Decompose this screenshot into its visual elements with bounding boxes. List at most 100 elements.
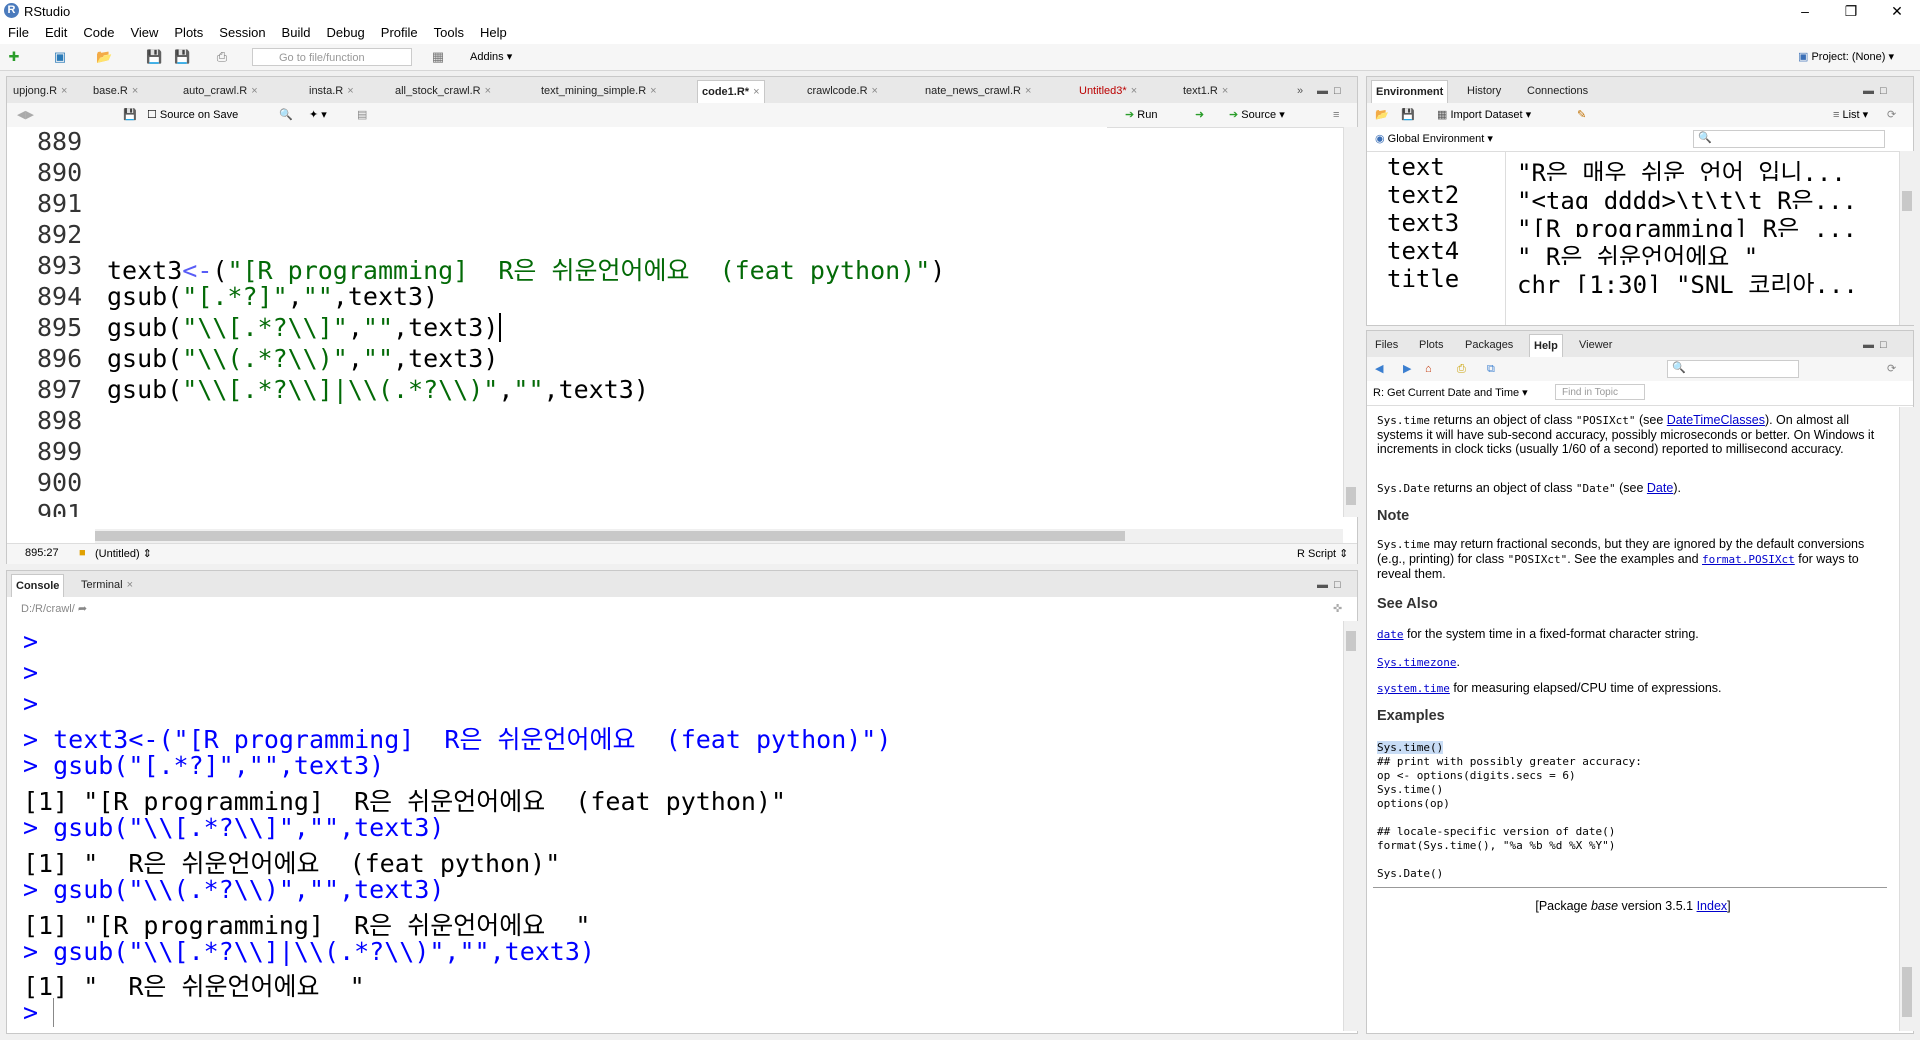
tab-all-stock-crawl[interactable]: all_stock_crawl.R × xyxy=(391,80,495,102)
rerun-icon[interactable]: ➜ xyxy=(1195,107,1204,123)
tab-plots[interactable]: Plots xyxy=(1415,334,1447,356)
console-prompt[interactable]: > ​ xyxy=(23,998,55,1027)
source-on-save-checkbox[interactable]: ☐ Source on Save xyxy=(147,107,238,123)
tab-terminal[interactable]: Terminal × xyxy=(77,574,137,596)
menu-session[interactable]: Session xyxy=(211,22,273,44)
new-project-icon[interactable]: ▣ xyxy=(52,49,68,65)
scroll-thumb[interactable] xyxy=(1902,967,1912,1017)
tab-text-mining-simple[interactable]: text_mining_simple.R × xyxy=(537,80,661,102)
close-button[interactable]: ✕ xyxy=(1874,0,1920,22)
tab-console[interactable]: Console xyxy=(11,574,65,597)
menu-debug[interactable]: Debug xyxy=(318,22,372,44)
import-dataset-button[interactable]: ▦ Import Dataset ▾ xyxy=(1437,107,1531,123)
menu-file[interactable]: File xyxy=(0,22,37,44)
run-button[interactable]: ➔ Run xyxy=(1125,107,1157,123)
working-directory[interactable]: D:/R/crawl/ ➦ xyxy=(21,601,87,617)
tab-packages[interactable]: Packages xyxy=(1461,334,1517,356)
topic-selector[interactable]: R: Get Current Date and Time ▾ xyxy=(1373,385,1528,401)
help-scrollbar[interactable] xyxy=(1899,407,1914,1031)
tab-nate-news-crawl[interactable]: nate_news_crawl.R × xyxy=(921,80,1035,102)
print-icon[interactable]: ⎙ xyxy=(1457,361,1466,377)
link-system-time[interactable]: system.time xyxy=(1377,682,1450,695)
close-tab-icon[interactable]: × xyxy=(127,579,133,591)
env-row[interactable]: text "R은 매우 쉬운 언어 입니... xyxy=(1367,153,1897,181)
tab-auto-crawl[interactable]: auto_crawl.R × xyxy=(179,80,262,102)
tab-upjong[interactable]: upjong.R × xyxy=(9,80,71,102)
menu-edit[interactable]: Edit xyxy=(37,22,75,44)
tab-code1[interactable]: code1.R* × xyxy=(697,80,765,103)
scroll-thumb[interactable] xyxy=(95,531,1125,541)
env-row[interactable]: title chr [1:30] "SNL 코리아... xyxy=(1367,265,1897,293)
goto-file-input[interactable]: Go to file/function xyxy=(252,48,412,66)
scroll-thumb[interactable] xyxy=(1346,631,1356,651)
refresh-icon[interactable]: ⟳ xyxy=(1887,107,1896,123)
tab-untitled3[interactable]: Untitled3* × xyxy=(1075,80,1141,102)
source-button[interactable]: ➔ Source ▾ xyxy=(1229,107,1285,123)
tab-text1[interactable]: text1.R × xyxy=(1179,80,1232,102)
menu-profile[interactable]: Profile xyxy=(373,22,426,44)
tab-connections[interactable]: Connections xyxy=(1523,80,1592,102)
pane-minmax-icon[interactable]: ▬□ xyxy=(1317,579,1347,591)
layout-grid-icon[interactable]: ▦ xyxy=(430,49,446,65)
close-tab-icon[interactable]: × xyxy=(650,85,656,97)
close-tab-icon[interactable]: × xyxy=(485,85,491,97)
document-outline-icon[interactable]: ▤ xyxy=(357,107,367,123)
menu-view[interactable]: View xyxy=(122,22,166,44)
editor-vertical-scrollbar[interactable] xyxy=(1343,127,1358,517)
pane-minmax-icon[interactable]: ▬□ xyxy=(1863,339,1893,351)
tab-base[interactable]: base.R × xyxy=(89,80,142,102)
env-row[interactable]: text3 "[R programming] R은 ... xyxy=(1367,209,1897,237)
tab-insta[interactable]: insta.R × xyxy=(305,80,358,102)
back-arrow-icon[interactable]: ◀▶ xyxy=(17,107,34,123)
forward-arrow-icon[interactable]: ▶ xyxy=(1403,361,1411,377)
console-vertical-scrollbar[interactable] xyxy=(1343,621,1358,1031)
close-tab-icon[interactable]: × xyxy=(251,85,257,97)
console-output[interactable]: > > > > text3<-("[R programming] R은 쉬운언어… xyxy=(7,627,1117,967)
env-row[interactable]: text4 " R은 쉬운언어에요 " xyxy=(1367,237,1897,265)
save-all-icon[interactable]: 💾 xyxy=(174,49,190,65)
editor-menu-icon[interactable]: ≡ xyxy=(1333,107,1339,123)
close-tab-icon[interactable]: × xyxy=(872,85,878,97)
menu-help[interactable]: Help xyxy=(472,22,515,44)
menu-plots[interactable]: Plots xyxy=(166,22,211,44)
pane-minmax-icon[interactable]: ▬□ xyxy=(1317,85,1347,97)
find-in-topic-input[interactable]: Find in Topic xyxy=(1555,384,1645,400)
home-icon[interactable]: ⌂ xyxy=(1425,361,1432,377)
link-sys-timezone[interactable]: Sys.timezone xyxy=(1377,656,1456,669)
editor-horizontal-scrollbar[interactable] xyxy=(95,529,1343,543)
tab-help[interactable]: Help xyxy=(1529,334,1563,357)
save-file-icon[interactable]: 💾 xyxy=(123,107,137,123)
clear-console-icon[interactable]: ✜ xyxy=(1333,601,1342,617)
tab-viewer[interactable]: Viewer xyxy=(1575,334,1616,356)
tab-history[interactable]: History xyxy=(1463,80,1505,102)
env-row[interactable]: text2 "<tag dddd>\t\t\t R은... xyxy=(1367,181,1897,209)
close-tab-icon[interactable]: × xyxy=(753,86,759,98)
tab-files[interactable]: Files xyxy=(1371,334,1402,356)
tab-crawlcode[interactable]: crawlcode.R × xyxy=(803,80,882,102)
close-tab-icon[interactable]: × xyxy=(347,85,353,97)
close-tab-icon[interactable]: × xyxy=(61,85,67,97)
close-tab-icon[interactable]: × xyxy=(132,85,138,97)
code-editor[interactable]: 889 890 891 892 893 894 895 896 897 898 … xyxy=(7,127,1107,517)
maximize-button[interactable]: ❐ xyxy=(1828,0,1874,22)
broom-icon[interactable]: ✎ xyxy=(1577,107,1586,123)
save-workspace-icon[interactable]: 💾 xyxy=(1401,107,1415,123)
scroll-thumb[interactable] xyxy=(1902,191,1912,211)
scope-selector[interactable]: (Untitled) ⇕ xyxy=(95,547,152,560)
file-type-selector[interactable]: R Script ⇕ xyxy=(1297,547,1348,560)
global-environment-selector[interactable]: ◉ Global Environment ▾ xyxy=(1375,131,1493,147)
menu-build[interactable]: Build xyxy=(274,22,319,44)
tab-environment[interactable]: Environment xyxy=(1371,80,1449,103)
close-tab-icon[interactable]: × xyxy=(1131,85,1137,97)
environment-search-input[interactable]: 🔍 xyxy=(1693,130,1885,148)
magic-wand-icon[interactable]: ✦ ▾ xyxy=(309,107,327,123)
project-menu[interactable]: ▣ Project: (None) ▾ xyxy=(1798,50,1894,63)
menu-tools[interactable]: Tools xyxy=(426,22,472,44)
link-datetimeclasses[interactable]: DateTimeClasses xyxy=(1667,413,1765,427)
search-icon[interactable]: 🔍 xyxy=(279,107,293,123)
environment-scrollbar[interactable] xyxy=(1899,151,1914,325)
pane-overflow-icon[interactable]: » xyxy=(1297,85,1309,97)
back-arrow-icon[interactable]: ◀ xyxy=(1375,361,1383,377)
menu-code[interactable]: Code xyxy=(75,22,122,44)
link-index[interactable]: Index xyxy=(1697,899,1728,913)
